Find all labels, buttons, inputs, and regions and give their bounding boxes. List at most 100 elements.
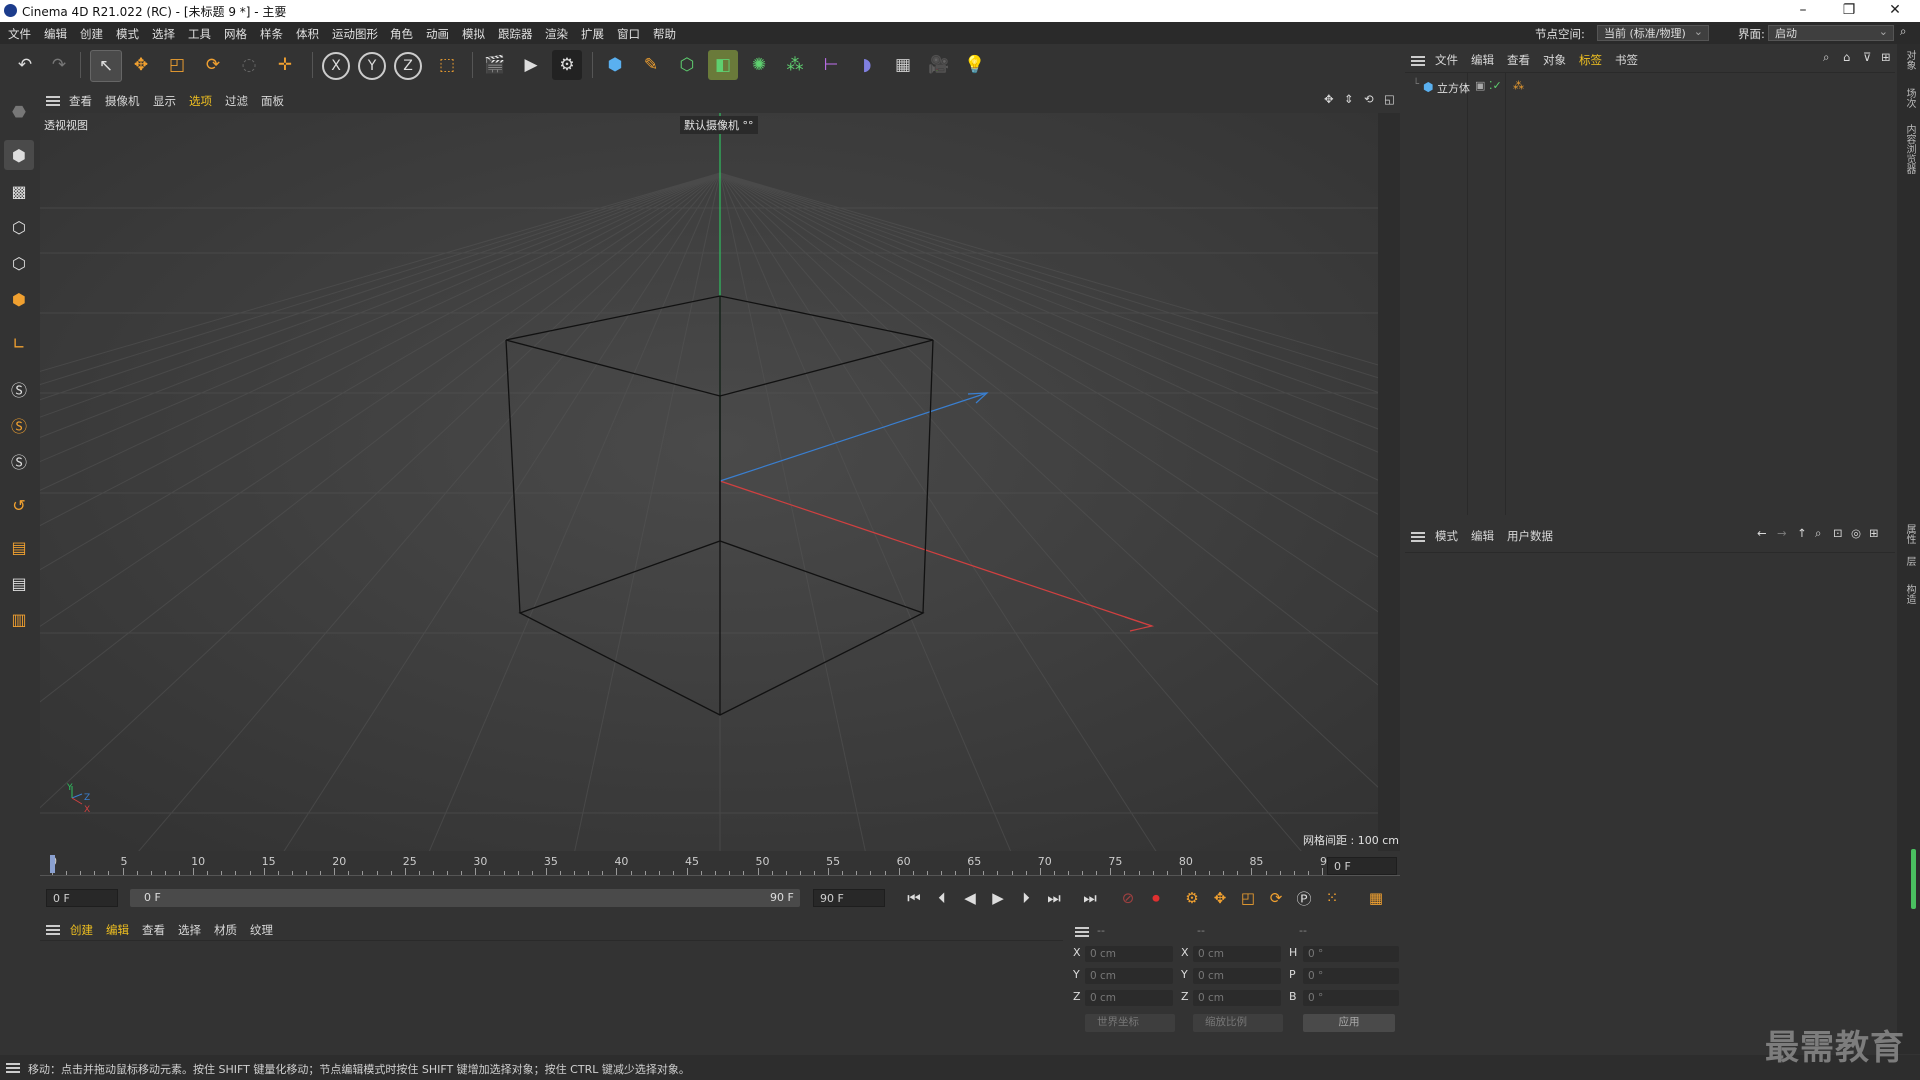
menu-create[interactable]: 创建	[80, 26, 103, 42]
object-list[interactable]: └ ⬢ 立方体 ▣ ⁚✓ ⁂	[1405, 72, 1895, 515]
axis-mode-icon[interactable]: ∟	[4, 328, 34, 358]
mat-menu-edit[interactable]: 编辑	[106, 922, 129, 938]
quantize-icon[interactable]: Ⓢ	[4, 446, 34, 476]
recent-tool-icon[interactable]: ◌	[234, 50, 264, 80]
current-frame-field[interactable]: 0 F	[1327, 857, 1397, 875]
coordinate-mode-select[interactable]: 世界坐标	[1085, 1014, 1175, 1032]
pos-z-field[interactable]: 0 cm	[1085, 990, 1173, 1006]
menu-edit[interactable]: 编辑	[44, 26, 67, 42]
zoom-view-icon[interactable]: ⇕	[1344, 92, 1354, 106]
menu-render[interactable]: 渲染	[545, 26, 568, 42]
previous-frame-icon[interactable]: ◀	[958, 886, 982, 910]
am-back-icon[interactable]: ←	[1757, 526, 1767, 540]
tab-takes[interactable]: 场次	[1902, 88, 1917, 108]
undo-icon[interactable]: ↶	[10, 50, 40, 80]
rotate-tool-icon[interactable]: ⟳	[198, 50, 228, 80]
pan-view-icon[interactable]: ✥	[1324, 92, 1334, 106]
magnet-icon[interactable]: ↺	[4, 490, 34, 520]
menu-select[interactable]: 选择	[152, 26, 175, 42]
camera-object-icon[interactable]: 🎥	[924, 50, 954, 80]
tab-content-browser[interactable]: 内容浏览器	[1902, 124, 1917, 174]
minimize-button[interactable]: –	[1780, 0, 1826, 22]
size-z-field[interactable]: 0 cm	[1193, 990, 1281, 1006]
mograph-cloner-icon[interactable]: ⁂	[780, 50, 810, 80]
pos-y-field[interactable]: 0 cm	[1085, 968, 1173, 984]
menu-tools[interactable]: 工具	[188, 26, 211, 42]
model-mode-icon[interactable]: ⬢	[4, 140, 34, 170]
pen-spline-icon[interactable]: ✎	[636, 50, 666, 80]
points-mode-icon[interactable]: ⬡	[4, 212, 34, 242]
polygons-mode-icon[interactable]: ⬢	[4, 284, 34, 314]
mat-menu-view[interactable]: 查看	[142, 922, 165, 938]
om-filter-icon[interactable]: ⊽	[1863, 50, 1871, 64]
record-keys-icon[interactable]: ⊘	[1116, 886, 1140, 910]
menu-window[interactable]: 窗口	[617, 26, 640, 42]
om-menu-tags[interactable]: 标签	[1579, 52, 1602, 68]
workplane-icon[interactable]: ▤	[4, 532, 34, 562]
timeline-ruler[interactable]: 051015202530354045505560657075808590 0 F	[40, 851, 1400, 877]
z-axis-lock-icon[interactable]: Z	[394, 52, 422, 80]
viewport-menu-view[interactable]: 查看	[69, 93, 92, 109]
am-lock-icon[interactable]: ⊡	[1833, 526, 1843, 540]
am-forward-icon[interactable]: →	[1777, 526, 1787, 540]
search-icon[interactable]: ⌕	[1900, 24, 1906, 39]
workplane-rotate-icon[interactable]: ▥	[4, 604, 34, 634]
field-icon[interactable]: ◗	[852, 50, 882, 80]
om-menu-bookmarks[interactable]: 书签	[1615, 52, 1638, 68]
menu-volume[interactable]: 体积	[296, 26, 319, 42]
size-y-field[interactable]: 0 cm	[1193, 968, 1281, 984]
material-area[interactable]	[40, 940, 1063, 1051]
tab-objects[interactable]: 对象	[1902, 50, 1917, 70]
camera-label[interactable]: 默认摄像机 °°	[680, 116, 758, 134]
snap-settings-icon[interactable]: Ⓢ	[4, 410, 34, 440]
tab-layers[interactable]: 层	[1902, 556, 1917, 566]
mat-menu-create[interactable]: 创建	[70, 922, 93, 938]
render-view-icon[interactable]: 🎬	[480, 50, 510, 80]
render-settings-icon[interactable]: ⚙	[552, 50, 582, 80]
object-manager-menu-icon[interactable]	[1411, 56, 1425, 66]
menu-spline[interactable]: 样条	[260, 26, 283, 42]
size-x-field[interactable]: 0 cm	[1193, 946, 1281, 962]
menu-mesh[interactable]: 网格	[224, 26, 247, 42]
om-home-icon[interactable]: ⌂	[1843, 50, 1850, 64]
viewport-menu-panel[interactable]: 面板	[261, 93, 284, 109]
move-tool-icon[interactable]: ✥	[126, 50, 156, 80]
am-menu-user-data[interactable]: 用户数据	[1507, 528, 1553, 544]
range-slider[interactable]	[130, 889, 800, 907]
close-button[interactable]: ✕	[1872, 0, 1918, 22]
cloner-icon[interactable]: ✺	[744, 50, 774, 80]
menu-simulate[interactable]: 模拟	[462, 26, 485, 42]
next-frame-icon[interactable]: ⏵	[1014, 886, 1038, 910]
viewport-menu-filter[interactable]: 过滤	[225, 93, 248, 109]
transform-tool-icon[interactable]: ✛	[270, 50, 300, 80]
menu-extensions[interactable]: 扩展	[581, 26, 604, 42]
visibility-check-icon[interactable]: ⁚✓	[1489, 79, 1502, 92]
rot-h-field[interactable]: 0 °	[1303, 946, 1399, 962]
key-pla-icon[interactable]: ⁙	[1320, 886, 1344, 910]
am-menu-edit[interactable]: 编辑	[1471, 528, 1494, 544]
y-axis-lock-icon[interactable]: Y	[358, 52, 386, 80]
rotate-view-icon[interactable]: ⟲	[1364, 92, 1374, 106]
menu-help[interactable]: 帮助	[653, 26, 676, 42]
pos-x-field[interactable]: 0 cm	[1085, 946, 1173, 962]
layer-icon[interactable]: ▣	[1475, 79, 1485, 92]
tab-attributes[interactable]: 属性	[1902, 524, 1917, 544]
mat-menu-material[interactable]: 材质	[214, 922, 237, 938]
edges-mode-icon[interactable]: ⬡	[4, 248, 34, 278]
next-key-icon[interactable]: ⏭	[1042, 886, 1066, 910]
keyframe-selection-icon[interactable]: ⚙	[1180, 886, 1204, 910]
key-rotation-icon[interactable]: ⟳	[1264, 886, 1288, 910]
om-menu-view[interactable]: 查看	[1507, 52, 1530, 68]
render-picture-viewer-icon[interactable]: ▶	[516, 50, 546, 80]
material-menu-icon[interactable]	[46, 925, 60, 935]
key-scale-icon[interactable]: ◰	[1236, 886, 1260, 910]
attribute-manager-menu-icon[interactable]	[1411, 532, 1425, 542]
snap-icon[interactable]: Ⓢ	[4, 374, 34, 404]
layout-select[interactable]: 启动	[1768, 24, 1894, 41]
mat-menu-texture[interactable]: 纹理	[250, 922, 273, 938]
am-search-icon[interactable]: ⌕	[1815, 526, 1821, 541]
om-menu-objects[interactable]: 对象	[1543, 52, 1566, 68]
om-menu-edit[interactable]: 编辑	[1471, 52, 1494, 68]
timeline-window-icon[interactable]: ▦	[1364, 886, 1388, 910]
redo-icon[interactable]: ↷	[44, 50, 74, 80]
